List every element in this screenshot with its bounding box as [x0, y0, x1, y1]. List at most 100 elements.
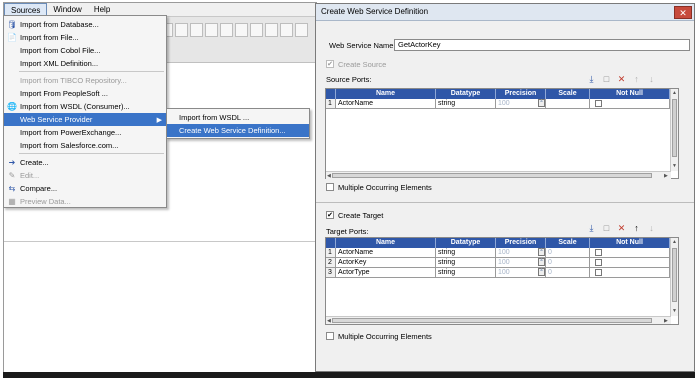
precision-spinner-icon[interactable]: ▲▼	[538, 258, 545, 266]
import-icon[interactable]: ⤓	[586, 223, 597, 234]
menu-item-label: Preview Data...	[20, 197, 71, 206]
scroll-down-icon[interactable]: ▼	[672, 308, 677, 314]
precision-cell[interactable]: 100 ▲▼	[496, 268, 546, 278]
port-row[interactable]: 1 ActorName string 100 ▲▼0	[326, 248, 670, 258]
scroll-up-icon[interactable]: ▲	[672, 90, 677, 96]
menu-item-import-from-cobol-file[interactable]: Import from Cobol File...	[4, 44, 166, 57]
toolbar-button[interactable]	[265, 23, 278, 37]
name-cell[interactable]: ActorName	[336, 99, 436, 109]
source-grid-hscroll[interactable]: ◀ ▶	[326, 171, 671, 179]
menu-item-import-from-database[interactable]: 🛢 Import from Database...	[4, 18, 166, 31]
not-null-cell[interactable]	[590, 248, 670, 258]
not-null-cell[interactable]	[590, 258, 670, 268]
name-value: ActorType	[338, 269, 370, 276]
not-null-checkbox[interactable]	[595, 259, 602, 266]
datatype-cell[interactable]: string	[436, 99, 496, 109]
datatype-value: string	[438, 259, 456, 266]
name-cell[interactable]: ActorType	[336, 268, 436, 278]
menu-item-import-from-file[interactable]: 📄 Import from File...	[4, 31, 166, 44]
create-target-checkbox[interactable]: ✔	[326, 211, 334, 219]
new-port-icon[interactable]: □	[601, 223, 612, 234]
precision-cell[interactable]: 100 ▲▼	[496, 99, 546, 109]
create-web-service-definition-dialog: Create Web Service Definition ✕ Web Serv…	[315, 3, 695, 372]
move-up-icon[interactable]: ↑	[631, 74, 642, 85]
source-multiple-occurring-checkbox[interactable]	[326, 183, 334, 191]
toolbar-button[interactable]	[235, 23, 248, 37]
delete-icon[interactable]: ✕	[616, 223, 627, 234]
name-value: ActorKey	[338, 259, 367, 266]
scroll-up-icon[interactable]: ▲	[672, 239, 677, 245]
precision-cell[interactable]: 100 ▲▼	[496, 248, 546, 258]
menu-item-edit[interactable]: ✎ Edit...	[4, 169, 166, 182]
source-grid-vscroll[interactable]: ▲ ▼	[670, 89, 678, 171]
name-cell[interactable]: ActorKey	[336, 258, 436, 268]
create-source-checkbox[interactable]: ✔	[326, 60, 334, 68]
scroll-thumb[interactable]	[332, 318, 652, 323]
name-cell[interactable]: ActorName	[336, 248, 436, 258]
datatype-cell[interactable]: string	[436, 258, 496, 268]
not-null-cell[interactable]	[590, 268, 670, 278]
toolbar-button[interactable]	[220, 23, 233, 37]
num-cell: 1	[326, 248, 336, 258]
target-grid-hscroll[interactable]: ◀ ▶	[326, 316, 671, 324]
port-row[interactable]: 1 ActorName string 100 ▲▼	[326, 99, 670, 109]
compare-icon: ⇆	[8, 184, 16, 193]
delete-icon[interactable]: ✕	[616, 74, 627, 85]
target-multiple-occurring-checkbox[interactable]	[326, 332, 334, 340]
port-row[interactable]: 2 ActorKey string 100 ▲▼0	[326, 258, 670, 268]
toolbar-area	[156, 17, 316, 63]
menu-item-compare[interactable]: ⇆ Compare...	[4, 182, 166, 195]
target-grid-vscroll[interactable]: ▲ ▼	[670, 238, 678, 316]
toolbar-button[interactable]	[295, 23, 308, 37]
scroll-left-icon[interactable]: ◀	[327, 318, 331, 324]
precision-spinner-icon[interactable]: ▲▼	[538, 99, 545, 107]
scroll-left-icon[interactable]: ◀	[327, 173, 331, 179]
not-null-checkbox[interactable]	[595, 100, 602, 107]
preview-icon: ▦	[8, 197, 16, 206]
target-ports-grid: Name Datatype Precision Scale Not Null 1…	[325, 237, 679, 325]
port-row[interactable]: 3 ActorType string 100 ▲▼0	[326, 268, 670, 278]
move-down-icon[interactable]: ↓	[646, 223, 657, 234]
menu-item-web-service-provider[interactable]: Web Service Provider ▶	[4, 113, 166, 126]
precision-cell[interactable]: 100 ▲▼	[496, 258, 546, 268]
close-button[interactable]: ✕	[674, 6, 692, 19]
menu-item-import-from-wsdl-consumer[interactable]: 🌐 Import from WSDL (Consumer)...	[4, 100, 166, 113]
datatype-cell[interactable]: string	[436, 248, 496, 258]
scroll-thumb[interactable]	[332, 173, 652, 178]
menu-item-import-from-powerexchange[interactable]: Import from PowerExchange...	[4, 126, 166, 139]
toolbar-button[interactable]	[190, 23, 203, 37]
scale-cell[interactable]: 0	[546, 248, 590, 258]
menu-item-preview-data[interactable]: ▦ Preview Data...	[4, 195, 166, 208]
precision-spinner-icon[interactable]: ▲▼	[538, 268, 545, 276]
datatype-cell[interactable]: string	[436, 268, 496, 278]
move-down-icon[interactable]: ↓	[646, 74, 657, 85]
num-value: 2	[328, 259, 332, 266]
not-null-cell[interactable]	[590, 99, 670, 109]
move-up-icon[interactable]: ↑	[631, 223, 642, 234]
menu-item-import-xml-definition[interactable]: Import XML Definition...	[4, 57, 166, 70]
scale-cell[interactable]: 0	[546, 258, 590, 268]
scroll-down-icon[interactable]: ▼	[672, 163, 677, 169]
menu-item-import-from-peoplesoft[interactable]: Import From PeopleSoft ...	[4, 87, 166, 100]
scroll-thumb[interactable]	[672, 99, 677, 157]
precision-spinner-icon[interactable]: ▲▼	[538, 248, 545, 256]
menu-item-import-from-salesforce-com[interactable]: Import from Salesforce.com...	[4, 139, 166, 152]
menu-item-create[interactable]: ➔ Create...	[4, 156, 166, 169]
web-service-name-input[interactable]: GetActorKey	[394, 39, 690, 51]
toolbar-button[interactable]	[280, 23, 293, 37]
menu-item-import-from-tibco-repository[interactable]: Import from TIBCO Repository...	[4, 74, 166, 87]
toolbar-button[interactable]	[205, 23, 218, 37]
create-web-service-definition-item[interactable]: Create Web Service Definition...	[167, 124, 309, 137]
toolbar-button[interactable]	[175, 23, 188, 37]
import-icon[interactable]: ⤓	[586, 74, 597, 85]
not-null-checkbox[interactable]	[595, 269, 602, 276]
scroll-right-icon[interactable]: ▶	[664, 318, 668, 324]
new-port-icon[interactable]: □	[601, 74, 612, 85]
toolbar-button[interactable]	[250, 23, 263, 37]
scroll-right-icon[interactable]: ▶	[664, 173, 668, 179]
not-null-checkbox[interactable]	[595, 249, 602, 256]
scale-cell[interactable]: 0	[546, 268, 590, 278]
scale-cell[interactable]	[546, 99, 590, 109]
import-from-wsdl-item[interactable]: Import from WSDL ...	[167, 111, 309, 124]
scroll-thumb[interactable]	[672, 248, 677, 302]
